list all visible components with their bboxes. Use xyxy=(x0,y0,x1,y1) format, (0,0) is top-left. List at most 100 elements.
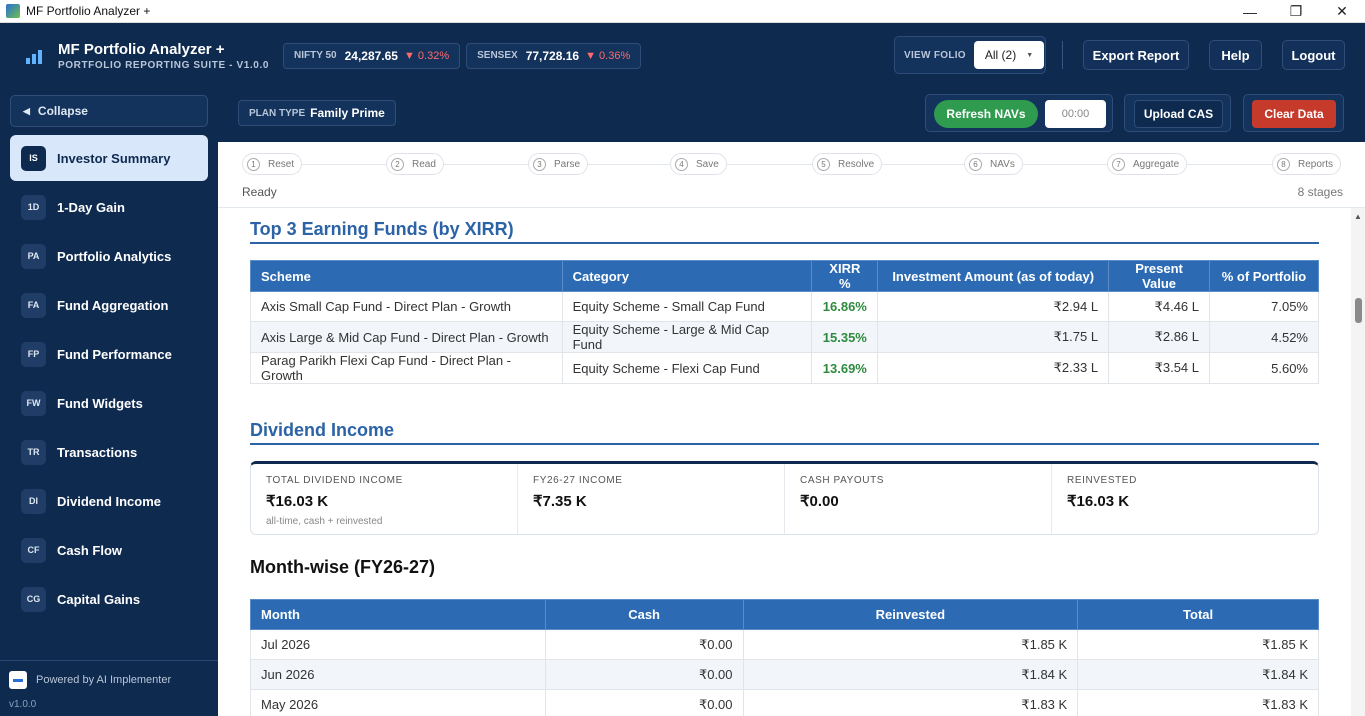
stage-navs: 6 NAVs xyxy=(964,153,1023,175)
table-row: Parag Parikh Flexi Cap Fund - Direct Pla… xyxy=(250,352,1319,384)
app-icon xyxy=(6,4,20,18)
chart-logo-icon xyxy=(26,48,44,64)
view-folio-select[interactable]: All (2) ▼ xyxy=(973,41,1044,69)
sidebar-item-label: 1-Day Gain xyxy=(57,199,125,215)
total-cell: ₹1.83 K xyxy=(1077,689,1319,716)
present-value-cell: ₹2.86 L xyxy=(1108,321,1211,353)
portfolio-pct-cell: 7.05% xyxy=(1209,291,1319,322)
sidebar-footer: Powered by AI Implementer v1.0.0 xyxy=(0,660,218,710)
stage-reports: 8 Reports xyxy=(1272,153,1342,175)
investment-cell: ₹1.75 L xyxy=(877,321,1110,353)
upload-group: Upload CAS xyxy=(1124,94,1231,132)
column-header: Reinvested xyxy=(742,599,1079,630)
export-report-button[interactable]: Export Report xyxy=(1083,40,1189,70)
stage-label: Reports xyxy=(1298,158,1334,170)
stage-label: Read xyxy=(412,158,436,170)
stage-number: 7 xyxy=(1112,157,1125,171)
sidebar-item-cash-flow[interactable]: CF Cash Flow xyxy=(10,527,208,573)
sidebar-item-label: Investor Summary xyxy=(57,150,171,166)
stage-parse: 3 Parse xyxy=(528,153,589,175)
upload-cas-button[interactable]: Upload CAS xyxy=(1134,100,1223,128)
nav-abbr-badge: FW xyxy=(21,390,46,416)
category-cell: Equity Scheme - Small Cap Fund xyxy=(561,291,813,322)
portfolio-pct-cell: 4.52% xyxy=(1209,321,1319,353)
present-value-cell: ₹4.46 L xyxy=(1108,291,1211,322)
category-cell: Equity Scheme - Large & Mid Cap Fund xyxy=(561,321,813,353)
fy-income-stat: FY26-27 INCOME ₹7.35 K xyxy=(518,464,785,534)
maximize-icon[interactable]: ❐ xyxy=(1273,0,1319,23)
cash-cell: ₹0.00 xyxy=(544,689,744,716)
column-header: Total xyxy=(1077,599,1319,630)
section-underline xyxy=(250,242,1319,244)
ticker-value: 77,728.16 xyxy=(525,48,580,63)
sidebar-item-fund-performance[interactable]: FP Fund Performance xyxy=(10,331,208,377)
refresh-navs-button[interactable]: Refresh NAVs xyxy=(934,100,1038,128)
sidebar-item-label: Dividend Income xyxy=(57,493,162,509)
scheme-cell: Parag Parikh Flexi Cap Fund - Direct Pla… xyxy=(250,352,563,384)
present-value-cell: ₹3.54 L xyxy=(1108,352,1211,384)
total-cell: ₹1.85 K xyxy=(1077,629,1319,660)
nav-abbr-badge: IS xyxy=(21,145,46,171)
logout-button[interactable]: Logout xyxy=(1282,40,1345,70)
close-icon[interactable]: ✕ xyxy=(1319,0,1365,23)
stat-subtext: all-time, cash + reinvested xyxy=(266,516,383,527)
vertical-scrollbar[interactable]: ▲ xyxy=(1351,208,1365,716)
total-cell: ₹1.84 K xyxy=(1077,659,1319,690)
xirr-cell: 15.35% xyxy=(811,321,879,353)
minimize-icon[interactable]: — xyxy=(1227,0,1273,23)
stage-number: 8 xyxy=(1277,157,1290,171)
sidebar-item-1-day-gain[interactable]: 1D 1-Day Gain xyxy=(10,184,208,230)
sidebar-item-fund-aggregation[interactable]: FA Fund Aggregation xyxy=(10,282,208,328)
ticker-change: ▼ 0.36% xyxy=(585,49,631,62)
table-row: Axis Large & Mid Cap Fund - Direct Plan … xyxy=(250,321,1319,353)
stat-value: ₹16.03 K xyxy=(266,493,329,510)
sidebar-item-dividend-income[interactable]: DI Dividend Income xyxy=(10,478,208,524)
stage-label: Reset xyxy=(268,158,295,170)
stat-value: ₹7.35 K xyxy=(533,493,587,510)
sidebar-item-label: Fund Aggregation xyxy=(57,297,169,313)
plan-type-label: PLAN TYPE xyxy=(249,107,306,119)
collapse-arrow-icon: ◀ xyxy=(23,105,30,116)
sidebar: ◀ Collapse IS Investor Summary 1D 1-Day … xyxy=(0,88,218,716)
nav-abbr-badge: TR xyxy=(21,439,46,465)
sidebar-item-fund-widgets[interactable]: FW Fund Widgets xyxy=(10,380,208,426)
view-folio-value: All (2) xyxy=(984,48,1017,62)
stage-label: Parse xyxy=(554,158,581,170)
stage-count: 8 stages xyxy=(1297,185,1343,199)
stage-read: 2 Read xyxy=(386,153,444,175)
column-header: Month xyxy=(250,599,546,630)
stat-label: CASH PAYOUTS xyxy=(800,475,885,486)
column-header: XIRR % xyxy=(811,260,879,292)
total-dividend-stat: TOTAL DIVIDEND INCOME ₹16.03 K all-time,… xyxy=(251,464,518,534)
window-titlebar: MF Portfolio Analyzer + — ❐ ✕ xyxy=(0,0,1365,23)
month-cell: Jul 2026 xyxy=(250,629,546,660)
refresh-timer: 00:00 xyxy=(1045,100,1106,128)
clear-data-button[interactable]: Clear Data xyxy=(1252,100,1336,128)
scrollbar-thumb[interactable] xyxy=(1355,298,1362,323)
ticker-sensex: SENSEX 77,728.16 ▼ 0.36% xyxy=(466,42,642,69)
sidebar-item-portfolio-analytics[interactable]: PA Portfolio Analytics xyxy=(10,233,208,279)
stage-number: 1 xyxy=(247,157,260,171)
main-content: Top 3 Earning Funds (by XIRR) Scheme Cat… xyxy=(218,208,1351,716)
scheme-cell: Axis Small Cap Fund - Direct Plan - Grow… xyxy=(250,291,563,322)
stage-progress: 1 Reset 2 Read 3 Parse 4 Save 5 Resolve 6 NAVs… xyxy=(218,142,1365,208)
action-toolbar: PLAN TYPE Family Prime Refresh NAVs 00:0… xyxy=(218,88,1365,142)
collapse-button[interactable]: ◀ Collapse xyxy=(10,95,208,127)
section-underline xyxy=(250,443,1319,445)
stage-status: Ready xyxy=(242,185,277,199)
stage-number: 5 xyxy=(817,157,830,171)
investment-cell: ₹2.33 L xyxy=(877,352,1110,384)
help-button[interactable]: Help xyxy=(1209,40,1262,70)
sidebar-item-capital-gains[interactable]: CG Capital Gains xyxy=(10,576,208,622)
nav-abbr-badge: CF xyxy=(21,537,46,563)
cash-payouts-stat: CASH PAYOUTS ₹0.00 xyxy=(785,464,1052,534)
monthwise-table: Month Cash Reinvested Total Jul 2026 ₹0.… xyxy=(250,599,1319,716)
ticker-nifty: NIFTY 50 24,287.65 ▼ 0.32% xyxy=(282,42,461,69)
header-divider xyxy=(1062,41,1063,69)
sidebar-item-transactions[interactable]: TR Transactions xyxy=(10,429,208,475)
app-title: MF Portfolio Analyzer + xyxy=(58,40,225,58)
sidebar-item-investor-summary[interactable]: IS Investor Summary xyxy=(10,135,208,181)
scroll-up-arrow-icon[interactable]: ▲ xyxy=(1354,212,1362,221)
investment-cell: ₹2.94 L xyxy=(877,291,1110,322)
powered-by-text: Powered by AI Implementer xyxy=(36,674,172,686)
